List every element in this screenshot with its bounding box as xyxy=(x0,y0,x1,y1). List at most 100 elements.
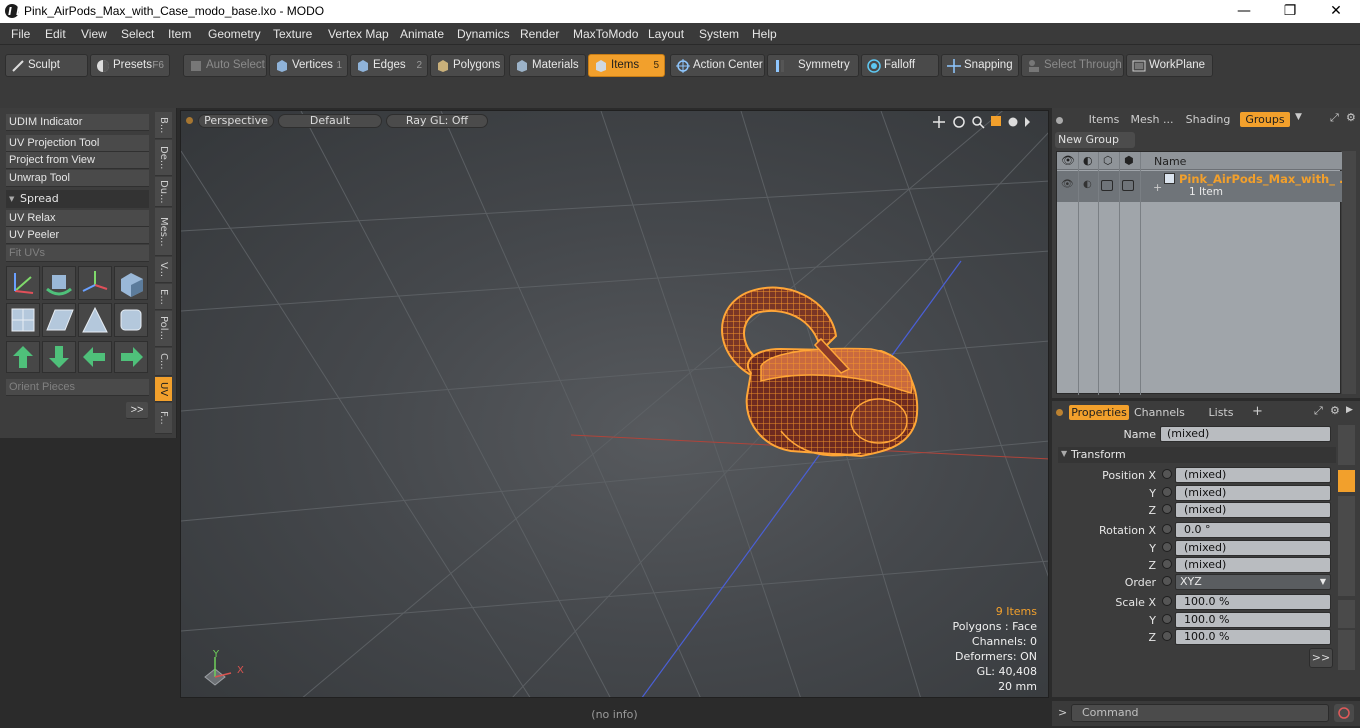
rotation-x-key-icon[interactable] xyxy=(1162,524,1172,534)
new-group-button[interactable]: New Group xyxy=(1055,132,1135,148)
menu-view[interactable]: View xyxy=(81,27,107,41)
action-center-button[interactable]: Action Center xyxy=(670,54,765,77)
shading-style-dropdown[interactable]: Default xyxy=(278,114,382,128)
menu-render[interactable]: Render xyxy=(520,27,559,41)
snapping-button[interactable]: Snapping xyxy=(941,54,1019,77)
order-key-icon[interactable] xyxy=(1162,576,1172,586)
side-tab-1[interactable] xyxy=(1338,425,1355,465)
align-down-button[interactable] xyxy=(42,341,76,373)
presets-button[interactable]: Presets F6 xyxy=(90,54,170,77)
polygons-button[interactable]: Polygons xyxy=(430,54,505,77)
position-z-field[interactable]: (mixed) xyxy=(1175,502,1331,518)
materials-button[interactable]: Materials xyxy=(509,54,586,77)
props-dropdown-icon[interactable]: ▶ xyxy=(1346,405,1353,415)
menu-maxtomodo[interactable]: MaxToModo xyxy=(573,27,638,41)
group-name[interactable]: Pink_AirPods_Max_with_ ... xyxy=(1179,172,1352,186)
menu-texture[interactable]: Texture xyxy=(273,27,312,41)
menu-layout[interactable]: Layout xyxy=(648,27,684,41)
scale-y-field[interactable]: 100.0 % xyxy=(1175,612,1331,628)
menu-file[interactable]: File xyxy=(11,27,30,41)
vtab-basic[interactable]: B... xyxy=(155,112,172,139)
tab-lists[interactable]: Lists xyxy=(1204,405,1238,420)
uv-projection-tool-button[interactable]: UV Projection Tool xyxy=(6,135,149,152)
expand-group-icon[interactable]: + xyxy=(1153,181,1162,194)
uv-transform-tool-button[interactable] xyxy=(6,266,40,300)
vtab-polygon[interactable]: Pol... xyxy=(155,311,172,347)
menu-geometry[interactable]: Geometry xyxy=(208,27,261,41)
3d-viewport[interactable]: Perspective Default Ray GL: Off Y X 9 It… xyxy=(180,110,1049,698)
rotation-z-field[interactable]: (mixed) xyxy=(1175,557,1331,573)
position-x-key-icon[interactable] xyxy=(1162,469,1172,479)
sculpt-button[interactable]: Sculpt xyxy=(5,54,88,77)
unwrap-tool-button[interactable]: Unwrap Tool xyxy=(6,170,149,187)
uv-peeler-button[interactable]: UV Peeler xyxy=(6,227,149,244)
uv-move-tool-button[interactable] xyxy=(78,266,112,300)
menu-edit[interactable]: Edit xyxy=(45,27,66,41)
vtab-uv[interactable]: UV xyxy=(155,377,172,402)
panel-menu-icon[interactable] xyxy=(1055,116,1064,125)
menu-system[interactable]: System xyxy=(699,27,739,41)
properties-menu-icon[interactable] xyxy=(1055,408,1064,417)
raygl-toggle[interactable]: Ray GL: Off xyxy=(386,114,488,128)
name-field[interactable]: (mixed) xyxy=(1160,426,1331,442)
uv-rotate-tool-button[interactable] xyxy=(42,266,76,300)
items-button[interactable]: Items 5 xyxy=(588,54,665,77)
scale-x-field[interactable]: 100.0 % xyxy=(1175,594,1331,610)
command-input[interactable]: Command xyxy=(1071,704,1329,722)
menu-help[interactable]: Help xyxy=(752,27,777,41)
uv-scale-tool-button[interactable] xyxy=(114,266,148,300)
tab-items[interactable]: Items xyxy=(1082,112,1126,127)
properties-more-button[interactable]: >> xyxy=(1309,648,1333,668)
row-select-checkbox[interactable] xyxy=(1122,180,1134,191)
vtab-vertex[interactable]: V... xyxy=(155,257,172,283)
minimize-button[interactable]: — xyxy=(1221,0,1267,23)
row-visibility-icon[interactable]: 👁 xyxy=(1061,179,1074,190)
transform-section[interactable]: ▼ Transform xyxy=(1058,447,1336,463)
vtab-deform[interactable]: De... xyxy=(155,140,172,176)
position-y-field[interactable]: (mixed) xyxy=(1175,485,1331,501)
rotation-y-key-icon[interactable] xyxy=(1162,542,1172,552)
order-dropdown[interactable]: XYZ ▼ xyxy=(1175,574,1331,590)
vtab-mesh-edit[interactable]: Mes... xyxy=(155,208,172,256)
left-panel-more-button[interactable]: >> xyxy=(126,402,148,419)
symmetry-button[interactable]: Symmetry xyxy=(767,54,859,77)
tab-channels[interactable]: Channels xyxy=(1134,405,1185,420)
uv-cubic-projection-button[interactable] xyxy=(114,303,148,337)
menu-dynamics[interactable]: Dynamics xyxy=(457,27,510,41)
record-icon[interactable] xyxy=(1334,704,1354,722)
project-from-view-button[interactable]: Project from View xyxy=(6,152,149,169)
rotation-z-key-icon[interactable] xyxy=(1162,559,1172,569)
rotation-y-field[interactable]: (mixed) xyxy=(1175,540,1331,556)
row-render-icon[interactable]: ◐ xyxy=(1083,179,1092,190)
udim-indicator-button[interactable]: UDIM Indicator xyxy=(6,114,149,131)
menu-item[interactable]: Item xyxy=(168,27,191,41)
falloff-button[interactable]: Falloff xyxy=(861,54,939,77)
vtab-duplicate[interactable]: Du... xyxy=(155,177,172,207)
expand-icon[interactable]: ⤢ xyxy=(1330,111,1339,125)
auto-select-button[interactable]: Auto Select xyxy=(183,54,267,77)
side-tab-groups[interactable] xyxy=(1338,496,1355,596)
position-y-key-icon[interactable] xyxy=(1162,487,1172,497)
tab-shading[interactable]: Shading xyxy=(1182,112,1234,127)
vtab-curve[interactable]: C... xyxy=(155,348,172,376)
groups-scrollbar[interactable] xyxy=(1342,151,1356,394)
perspective-dropdown[interactable]: Perspective xyxy=(198,114,274,128)
side-tab-user[interactable] xyxy=(1338,630,1355,670)
props-expand-icon[interactable]: ⤢ xyxy=(1314,404,1323,418)
panel-settings-icon[interactable]: ⚙ xyxy=(1346,111,1356,124)
viewport-menu-icon[interactable] xyxy=(185,116,194,125)
uv-planar-projection-button[interactable] xyxy=(42,303,76,337)
menu-vertex-map[interactable]: Vertex Map xyxy=(328,27,389,41)
vertices-button[interactable]: Vertices 1 xyxy=(269,54,348,77)
maximize-button[interactable]: ❐ xyxy=(1267,0,1313,23)
spread-section[interactable]: Spread xyxy=(6,190,149,208)
scale-z-key-icon[interactable] xyxy=(1162,631,1172,641)
menu-animate[interactable]: Animate xyxy=(400,27,444,41)
side-tab-active[interactable] xyxy=(1338,470,1355,492)
scale-x-key-icon[interactable] xyxy=(1162,596,1172,606)
group-row[interactable]: 👁 ◐ + Pink_AirPods_Max_with_ ... 1 Item xyxy=(1057,171,1352,202)
position-x-field[interactable]: (mixed) xyxy=(1175,467,1331,483)
tab-mesh[interactable]: Mesh ... xyxy=(1128,112,1176,127)
menu-select[interactable]: Select xyxy=(121,27,154,41)
uv-relax-button[interactable]: UV Relax xyxy=(6,210,149,227)
